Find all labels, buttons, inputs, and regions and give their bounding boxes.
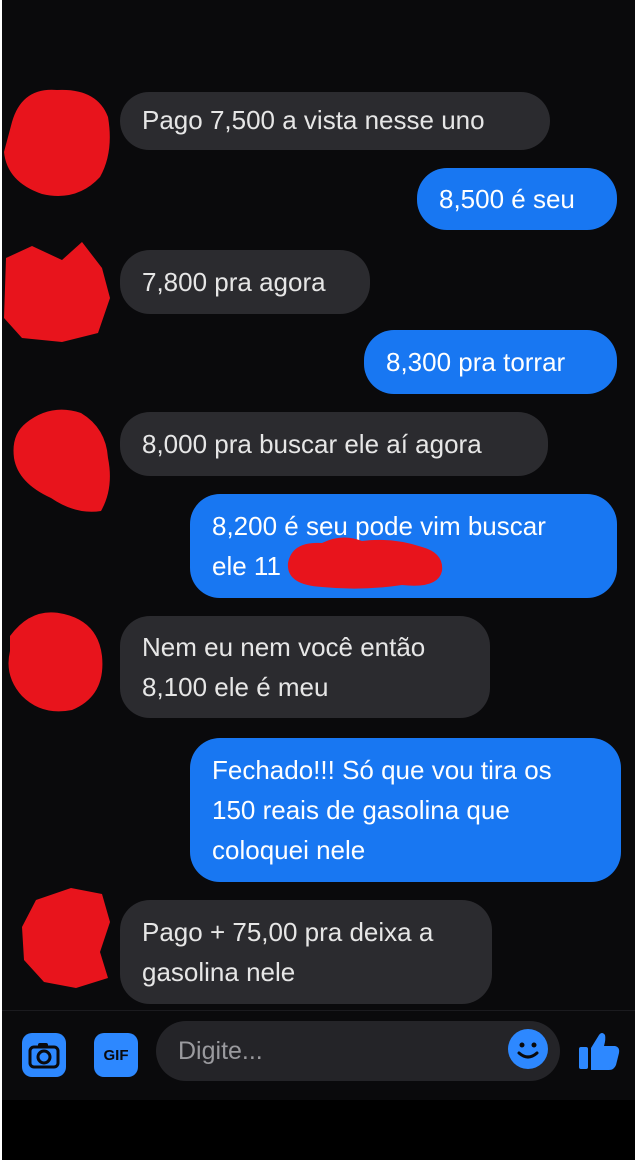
avatar-redaction: [8, 612, 103, 712]
emoji-icon: [517, 1042, 539, 1059]
bottom-bar: [2, 1100, 635, 1160]
avatar-redaction: [13, 409, 110, 512]
gif-icon: GIF: [103, 1046, 129, 1064]
message-composer: GIF Digite...: [2, 1010, 635, 1101]
gif-button[interactable]: GIF: [94, 1033, 138, 1077]
avatar-redaction: [22, 888, 110, 988]
message-outgoing: Fechado!!! Só que vou tira os 150 reais …: [190, 738, 621, 882]
message-input-placeholder: Digite...: [178, 1037, 263, 1065]
message-line: Nem eu nem você então: [142, 632, 426, 662]
avatar-redaction: [4, 89, 110, 196]
message-line: coloquei nele: [212, 835, 366, 865]
message-line: gasolina nele: [142, 957, 296, 987]
message-line: 7,800 pra agora: [142, 267, 326, 297]
like-button[interactable]: [577, 1029, 621, 1073]
phone-number-redaction: [287, 537, 443, 589]
message-input[interactable]: Digite...: [156, 1021, 560, 1081]
message-incoming: Pago + 75,00 pra deixa a gasolina nele: [120, 900, 492, 1004]
message-line: 8,100 ele é meu: [142, 672, 329, 702]
message-line: 8,000 pra buscar ele aí agora: [142, 429, 482, 459]
message-incoming: Nem eu nem você então 8,100 ele é meu: [120, 616, 490, 718]
chat-screen: Pago 7,500 a vista nesse uno 8,500 é seu…: [2, 0, 635, 1160]
message-line: Pago 7,500 a vista nesse uno: [142, 105, 485, 135]
message-outgoing: 8,500 é seu: [417, 168, 617, 230]
camera-icon: [28, 1043, 60, 1069]
emoji-button[interactable]: [508, 1029, 548, 1069]
message-incoming: 8,000 pra buscar ele aí agora: [120, 412, 548, 476]
thumbs-up-icon: [579, 1033, 620, 1070]
message-line: Pago + 75,00 pra deixa a: [142, 917, 434, 947]
message-line: 8,300 pra torrar: [386, 347, 566, 377]
message-thread: Pago 7,500 a vista nesse uno 8,500 é seu…: [2, 0, 635, 1010]
message-line: 8,500 é seu: [439, 184, 575, 214]
message-incoming: Pago 7,500 a vista nesse uno: [120, 92, 550, 150]
message-line: Fechado!!! Só que vou tira os: [212, 755, 552, 785]
message-incoming: 7,800 pra agora: [120, 250, 370, 314]
message-line: 150 reais de gasolina que: [212, 795, 510, 825]
avatar-redaction: [4, 242, 110, 342]
camera-button[interactable]: [22, 1033, 66, 1077]
message-outgoing: 8,300 pra torrar: [364, 330, 617, 394]
